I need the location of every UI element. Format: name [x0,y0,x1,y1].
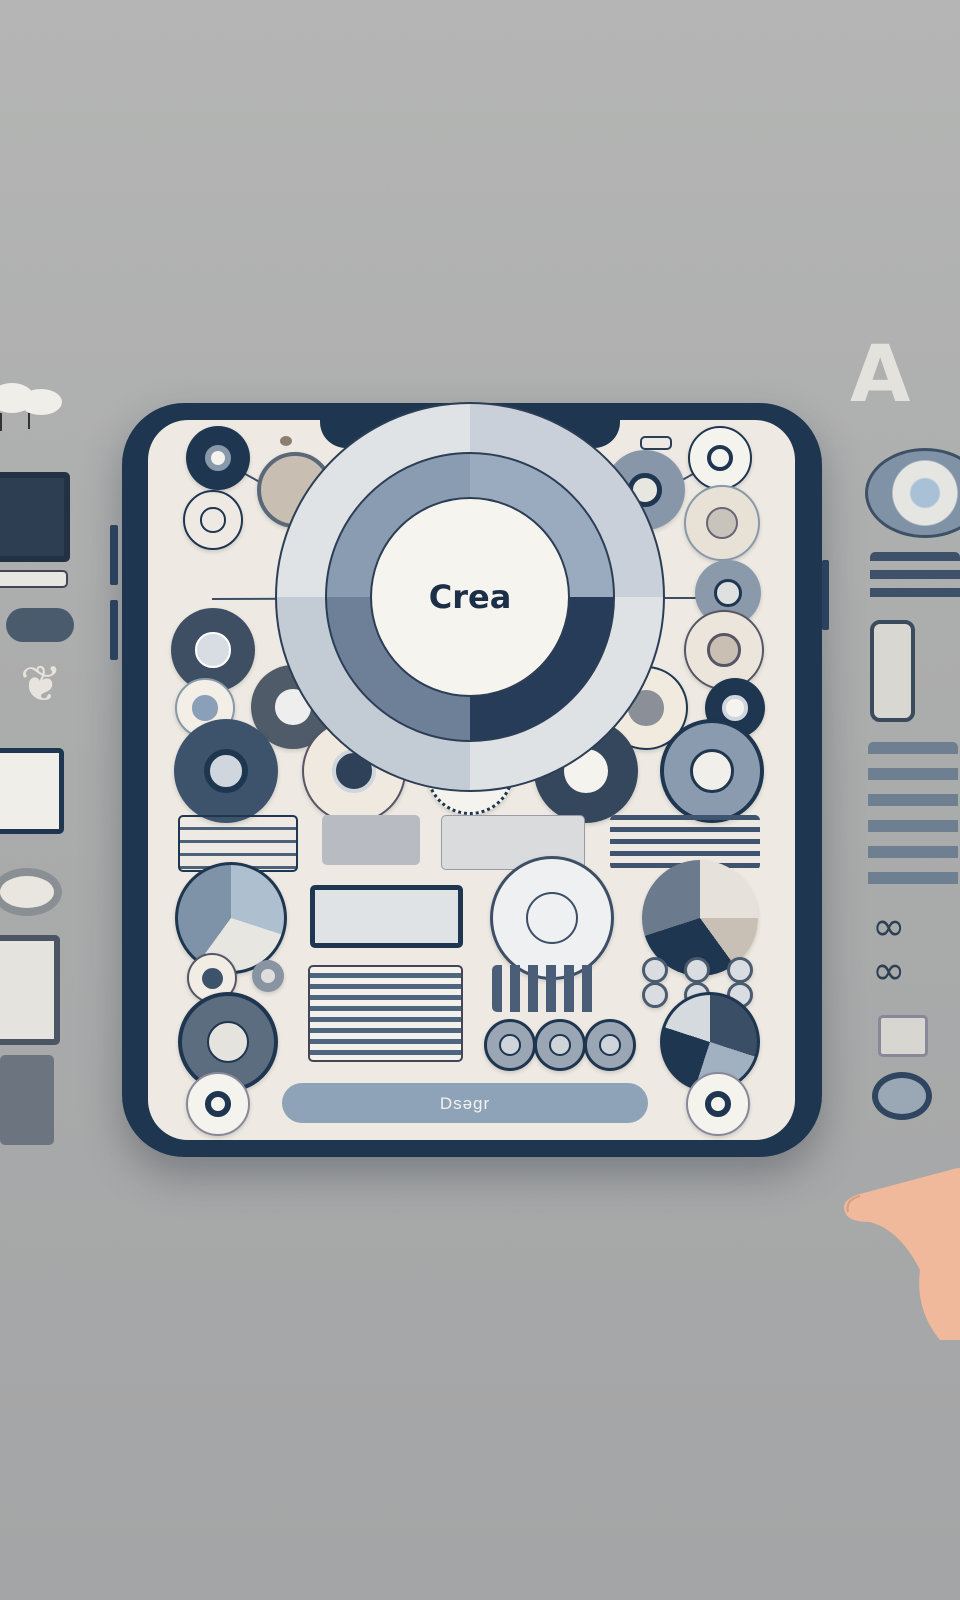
lens-icon[interactable] [686,1072,750,1136]
crosshair-icon[interactable] [183,490,243,550]
lens-icon[interactable] [684,610,764,690]
icon-glyph [204,1090,232,1118]
icon-glyph [599,1034,621,1056]
icon-glyph [207,1021,249,1063]
monitor-card[interactable] [310,885,463,948]
icon-glyph [706,507,738,539]
radar-icon[interactable] [490,856,614,980]
icon-glyph [204,749,248,793]
icon-glyph [499,1034,521,1056]
icon-glyph [525,891,579,945]
keyhole-icon[interactable] [534,1019,586,1071]
icon-glyph [204,444,232,472]
icon-glyph [714,579,742,607]
coin-icon[interactable] [684,957,710,983]
dots-grid-icon[interactable] [642,957,668,983]
target-icon[interactable] [727,957,753,983]
design-button[interactable]: Dsəgr [282,1083,648,1123]
icon-glyph [195,632,231,668]
list-icon[interactable] [174,719,278,823]
icon-glyph [704,1090,732,1118]
icon-glyph [261,969,275,983]
icon-glyph [200,507,226,533]
target-icon[interactable] [186,426,250,490]
record-icon[interactable] [186,1072,250,1136]
window-card[interactable] [322,815,420,865]
icon-glyph [549,1034,571,1056]
icon-glyph [722,695,748,721]
icon-glyph [690,749,734,793]
icon-glyph [192,695,218,721]
hub-label: Crea [428,578,512,616]
card-icon[interactable] [484,1019,536,1071]
eye-icon[interactable] [684,485,760,561]
eye-icon[interactable] [584,1019,636,1071]
icon-glyph [706,444,734,472]
bars-icon[interactable] [252,960,284,992]
icon-glyph [201,967,223,989]
globe-icon[interactable] [660,719,764,823]
disc-icon[interactable] [642,982,668,1008]
monitor-icon[interactable] [175,862,287,974]
card-icon[interactable] [688,426,752,490]
icon-glyph [707,633,741,667]
list-panel[interactable] [308,965,463,1062]
bars-chart-icon[interactable] [492,965,600,1012]
